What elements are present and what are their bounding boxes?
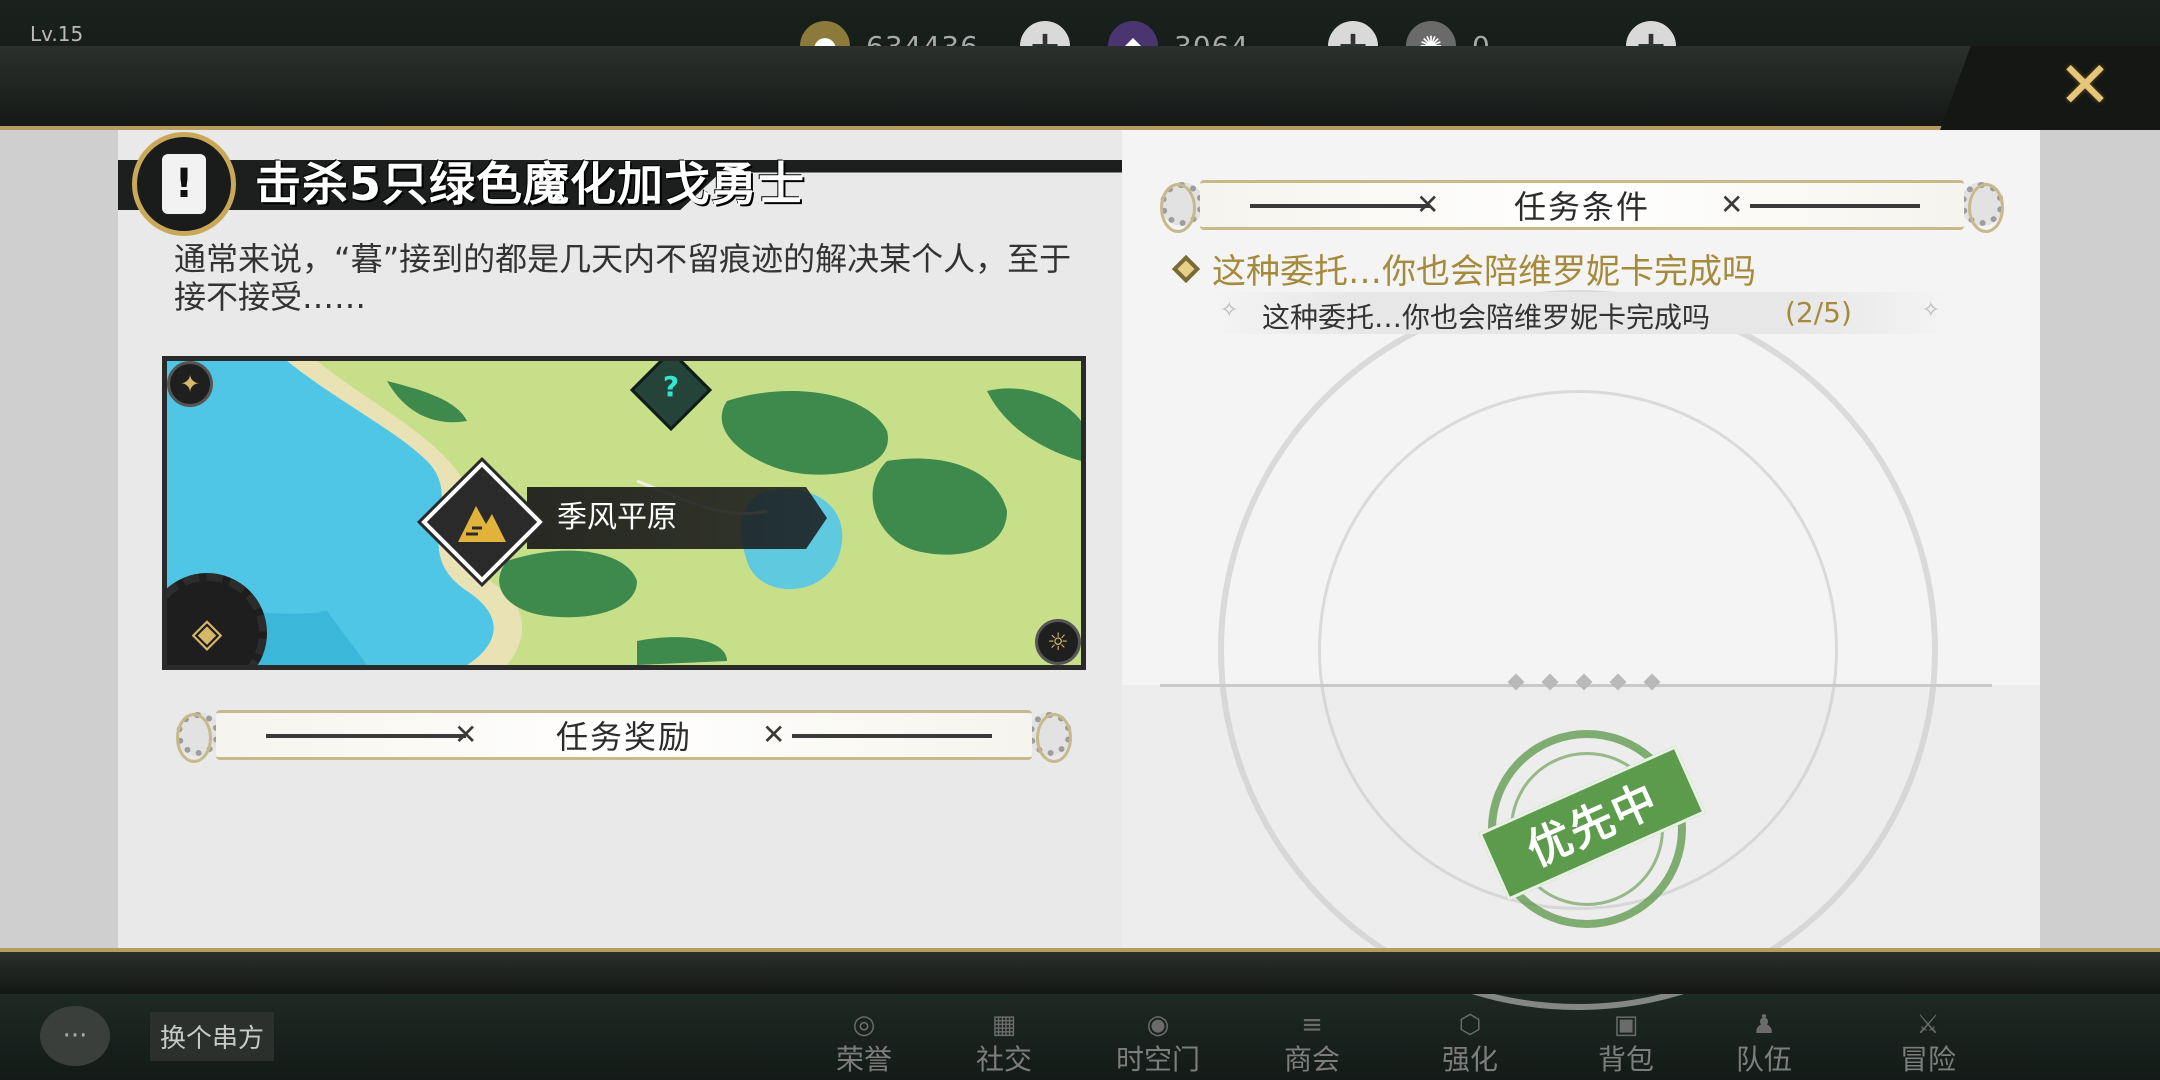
x-ornament-left-icon: ✕ xyxy=(1416,188,1440,221)
chat-icon[interactable]: ··· xyxy=(40,1006,110,1066)
close-button[interactable]: ✕ xyxy=(2050,54,2120,118)
dialog-bottom-frame xyxy=(0,948,2160,994)
nav-label: 荣誉 xyxy=(835,1043,892,1076)
guild-icon: ≡ xyxy=(1301,1010,1323,1040)
divider-dot xyxy=(1575,673,1593,691)
sparkle-right-icon: ✧ xyxy=(1921,298,1940,323)
condition-row: ✧ 这种委托…你也会陪维罗妮卡完成吗 (2/5) ✧ xyxy=(1210,292,1950,334)
sparkle-left-icon: ✧ xyxy=(1220,298,1239,323)
condition-divider xyxy=(1160,673,1992,691)
team-icon: ♟ xyxy=(1752,1010,1776,1040)
rewards-line-left xyxy=(266,734,466,738)
rewards-line-right xyxy=(792,734,992,738)
rewards-header-label: 任务奖励 xyxy=(555,718,692,756)
divider-dot xyxy=(1609,673,1627,691)
portal-icon: ◉ xyxy=(1146,1010,1170,1040)
diamond-bullet-icon xyxy=(1171,254,1201,283)
divider-dot xyxy=(1541,673,1559,691)
backpack-icon: ▣ xyxy=(1613,1010,1639,1040)
condition-description: 这种委托…你也会陪维罗妮卡完成吗 xyxy=(1262,301,1711,334)
player-level: Lv.15 xyxy=(30,22,84,46)
bottom-nav: ··· 换个串方 ◎ 荣誉 ▦ 社交 ◉ 时空门 ≡ 商会 ⬡ 强化 ▣ 背包 ♟ 队伍 ⚔ 冒… xyxy=(0,992,2160,1080)
condition-progress: (2/5) xyxy=(1785,296,1852,329)
exclamation-scroll-icon: ! xyxy=(162,154,206,214)
nav-label: 冒险 xyxy=(1899,1043,1956,1076)
x-ornament-right-icon: ✕ xyxy=(1720,188,1744,221)
conditions-line-right xyxy=(1750,204,1920,208)
nav-team[interactable]: ♟ 队伍 xyxy=(1704,1012,1824,1078)
compass-icon[interactable]: ✦ xyxy=(167,361,213,407)
nav-guild[interactable]: ≡ 商会 xyxy=(1252,1012,1372,1078)
condition-title: 这种委托…你也会陪维罗妮卡完成吗 xyxy=(1171,244,1756,293)
rewards-header: ✕ ✕ 任务奖励 xyxy=(176,706,1072,764)
honor-icon: ◎ xyxy=(852,1010,876,1040)
x-ornament-right-icon: ✕ xyxy=(762,718,786,751)
quest-emblem: ! xyxy=(132,132,236,236)
nav-label: 强化 xyxy=(1441,1043,1498,1076)
nav-label: 商会 xyxy=(1283,1043,1340,1076)
nav-backpack[interactable]: ▣ 背包 xyxy=(1566,1012,1686,1078)
nav-label: 背包 xyxy=(1597,1043,1654,1076)
enhance-icon: ⬡ xyxy=(1458,1010,1482,1040)
conditions-line-left xyxy=(1250,204,1430,208)
nav-label: 社交 xyxy=(975,1043,1032,1076)
quest-description: 通常来说，“暮”接到的都是几天内不留痕迹的解决某个人，至于接不接受…… xyxy=(174,240,1072,316)
adventure-icon: ⚔ xyxy=(1916,1010,1940,1040)
quest-marker-icon: ? xyxy=(662,370,680,403)
nav-honor[interactable]: ◎ 荣誉 xyxy=(804,1012,924,1078)
social-icon: ▦ xyxy=(991,1010,1017,1040)
divider-dots xyxy=(1507,673,1661,691)
conditions-header-label: 任务条件 xyxy=(1513,188,1650,226)
chat-preview[interactable]: 换个串方 xyxy=(150,1012,275,1061)
sun-icon[interactable]: ☼ xyxy=(1035,619,1081,665)
conditions-header: ✕ ✕ 任务条件 xyxy=(1160,176,2004,234)
nav-social[interactable]: ▦ 社交 xyxy=(944,1012,1064,1078)
location-label: 季风平原 xyxy=(527,487,827,549)
quest-title: 击杀5只绿色魔化加戈勇士 xyxy=(255,157,806,211)
divider-dot xyxy=(1507,673,1525,691)
mountain-icon xyxy=(452,492,512,552)
nav-label: 队伍 xyxy=(1735,1043,1792,1076)
nav-portal[interactable]: ◉ 时空门 xyxy=(1098,1012,1218,1078)
divider-dot xyxy=(1643,673,1661,691)
nav-adventure[interactable]: ⚔ 冒险 xyxy=(1868,1012,1988,1078)
nav-enhance[interactable]: ⬡ 强化 xyxy=(1410,1012,1530,1078)
nav-label: 时空门 xyxy=(1115,1043,1200,1076)
x-ornament-left-icon: ✕ xyxy=(454,718,478,751)
mountain-glyph xyxy=(458,506,506,542)
dialog-top-frame xyxy=(0,46,2160,130)
quest-map[interactable]: ? 季风平原 ✦ ◈ ☼ xyxy=(162,356,1086,670)
condition-title-text: 这种委托…你也会陪维罗妮卡完成吗 xyxy=(1212,252,1756,292)
